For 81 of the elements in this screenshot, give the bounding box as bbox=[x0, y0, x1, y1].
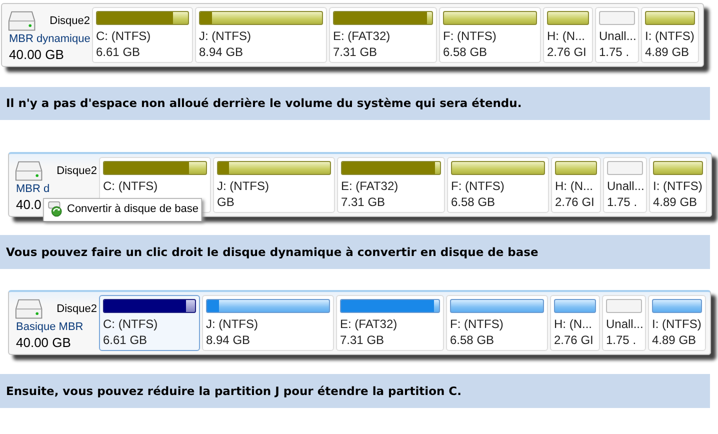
partition-size: 4.89 GB bbox=[645, 44, 690, 60]
partition-tile[interactable]: E: (FAT32) 7.31 GB bbox=[336, 295, 444, 351]
partition-label: H: (N... bbox=[547, 28, 586, 44]
partition-tile[interactable]: J: (NTFS) 8.94 GB bbox=[195, 7, 327, 63]
partition-label: I: (NTFS) bbox=[645, 28, 695, 44]
partition-tile[interactable]: F: (NTFS) 6.58 GB bbox=[446, 295, 548, 351]
hard-drive-icon bbox=[8, 9, 36, 33]
partition-label: E: (FAT32) bbox=[333, 28, 392, 44]
partition-label: F: (NTFS) bbox=[451, 178, 506, 194]
partition-tile[interactable]: I: (NTFS) 4.89 GB bbox=[648, 295, 706, 351]
partition-label: Unall... bbox=[607, 178, 643, 194]
partition-tile[interactable]: C: (NTFS) 6.61 GB bbox=[92, 7, 193, 63]
disk-name: Disque2 bbox=[56, 165, 97, 177]
caption-text: Vous pouvez faire un clic droit le disque dynamique à convertir en disque de base bbox=[0, 235, 710, 269]
disk-type: MBR dynamique bbox=[8, 33, 90, 45]
partition-label: I: (NTFS) bbox=[652, 316, 702, 332]
partition-tile[interactable]: J: (NTFS) 8.94 GB bbox=[202, 295, 334, 351]
partition-size: 4.89 GB bbox=[653, 194, 698, 210]
unallocated-bar bbox=[606, 299, 642, 313]
convert-disk-icon bbox=[47, 201, 63, 217]
partition-tile[interactable]: E: (FAT32) 7.31 GB bbox=[329, 7, 437, 63]
disk-size: 40.00 GB bbox=[15, 334, 71, 350]
disk-name: Disque2 bbox=[56, 303, 97, 315]
partition-size: 8.94 GB bbox=[199, 44, 244, 60]
partition-size: 2.76 GI bbox=[554, 332, 594, 348]
caption-text: Ensuite, vous pouvez réduire la partition J pour étendre la partition C. bbox=[0, 374, 710, 408]
partition-size: 2.76 GI bbox=[555, 194, 596, 210]
partition-size: 6.58 GB bbox=[451, 194, 496, 210]
partition-label: I: (NTFS) bbox=[653, 178, 703, 194]
partition-label: H: (N... bbox=[554, 316, 593, 332]
menu-item[interactable]: Convertir à disque de base bbox=[44, 199, 202, 219]
partition-size: 8.94 GB bbox=[206, 332, 252, 348]
partition-tile[interactable]: H: (N... 2.76 GI bbox=[551, 157, 601, 213]
unallocated-bar bbox=[607, 161, 643, 175]
partition-tile[interactable]: H: (N... 2.76 GI bbox=[550, 295, 600, 351]
disk-size: 40.00 GB bbox=[8, 46, 64, 62]
partition-label: F: (NTFS) bbox=[443, 28, 498, 44]
partition-size: 1.75 . bbox=[606, 332, 638, 348]
unallocated-bar bbox=[599, 11, 635, 25]
partition-label: E: (FAT32) bbox=[340, 316, 398, 332]
partition-label: J: (NTFS) bbox=[206, 316, 259, 332]
partition-size: 6.61 GB bbox=[96, 44, 142, 60]
partition-label: C: (NTFS) bbox=[96, 28, 152, 44]
partition-label: C: (NTFS) bbox=[103, 178, 159, 194]
disk-size: 40.0 bbox=[15, 196, 42, 212]
hard-drive-icon bbox=[15, 159, 43, 183]
partition-size: 7.31 GB bbox=[333, 44, 378, 60]
disk-name: Disque2 bbox=[50, 15, 90, 27]
partition-size: 7.31 GB bbox=[341, 194, 386, 210]
partition-tile[interactable]: Unall... 1.75 . bbox=[595, 7, 639, 63]
partition-size: 6.58 GB bbox=[443, 44, 488, 60]
partition-tile[interactable]: C: (NTFS) 6.61 GB bbox=[99, 295, 200, 351]
partition-label: H: (N... bbox=[555, 178, 594, 194]
partition-tile[interactable]: E: (FAT32) 7.31 GB bbox=[337, 157, 445, 213]
partition-tile[interactable]: J: (NTFS) GB bbox=[213, 157, 335, 213]
disk-type: Basique MBR bbox=[15, 321, 84, 333]
partition-label: E: (FAT32) bbox=[341, 178, 400, 194]
partition-tile[interactable]: I: (NTFS) 4.89 GB bbox=[649, 157, 707, 213]
partition-size: 7.31 GB bbox=[340, 332, 386, 348]
partition-label: Unall... bbox=[606, 316, 642, 332]
partition-size: 1.75 . bbox=[599, 44, 630, 60]
partition-tile[interactable]: Unall... 1.75 . bbox=[602, 295, 646, 351]
partition-tile[interactable]: H: (N... 2.76 GI bbox=[543, 7, 593, 63]
partition-label: J: (NTFS) bbox=[199, 28, 252, 44]
hard-drive-icon bbox=[15, 297, 43, 321]
partition-tile[interactable]: I: (NTFS) 4.89 GB bbox=[641, 7, 699, 63]
partition-size: GB bbox=[217, 194, 236, 210]
partition-label: F: (NTFS) bbox=[450, 316, 504, 332]
partition-size: 1.75 . bbox=[607, 194, 638, 210]
partition-label: Unall... bbox=[599, 28, 635, 44]
partition-tile[interactable]: F: (NTFS) 6.58 GB bbox=[439, 7, 541, 63]
partition-size: 6.61 GB bbox=[103, 332, 148, 348]
partition-size: 6.58 GB bbox=[450, 332, 496, 348]
partition-label: C: (NTFS) bbox=[103, 316, 159, 332]
partition-tile[interactable]: F: (NTFS) 6.58 GB bbox=[447, 157, 549, 213]
caption-text: Il n'y a pas d'espace non alloué derrière le volume du système qui sera étendu. bbox=[0, 87, 710, 120]
partition-size: 2.76 GI bbox=[547, 44, 588, 60]
disk-type: MBR d bbox=[15, 183, 51, 195]
partition-label: J: (NTFS) bbox=[217, 178, 270, 194]
partition-size: 4.89 GB bbox=[652, 332, 698, 348]
partition-tile[interactable]: Unall... 1.75 . bbox=[603, 157, 647, 213]
